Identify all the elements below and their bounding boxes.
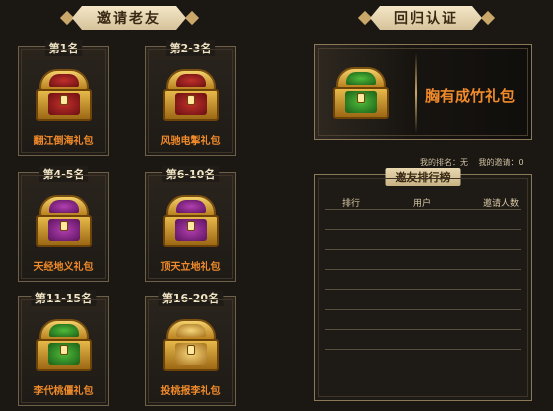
leaderboard-row-divider	[325, 289, 521, 290]
reward-card[interactable]: 第16-20名投桃报李礼包	[145, 290, 236, 406]
leaderboard-header: 排行 用户 邀请人数	[325, 196, 521, 209]
return-section-title: 回归认证	[370, 6, 482, 30]
reward-rank-label: 第1名	[44, 40, 83, 56]
column-user: 用户	[412, 199, 431, 209]
return-gift-name: 胸有成竹礼包	[425, 87, 516, 105]
reward-gift-name: 翻江倒海礼包	[33, 136, 94, 147]
invite-leaderboard: 邀友排行榜 排行 用户 邀请人数	[314, 168, 532, 401]
reward-card[interactable]: 第11-15名李代桃僵礼包	[18, 290, 109, 406]
leaderboard-row-divider	[325, 349, 521, 350]
leaderboard-row-divider	[325, 269, 521, 270]
reward-card[interactable]: 第6-10名顶天立地礼包	[145, 166, 236, 282]
reward-card[interactable]: 第4-5名天经地义礼包	[18, 166, 109, 282]
divider	[415, 53, 417, 133]
leaderboard-row-divider	[325, 329, 521, 330]
banner-ornament-icon	[357, 10, 373, 26]
column-rank: 排行	[341, 199, 360, 209]
leaderboard-row-divider	[325, 209, 521, 210]
treasure-chest-icon	[163, 195, 219, 247]
invite-section-title: 邀请老友	[72, 6, 186, 30]
banner-ornament-icon	[184, 10, 200, 26]
reward-gift-name: 风驰电掣礼包	[160, 136, 221, 147]
reward-rank-label: 第2-3名	[165, 40, 216, 56]
treasure-chest-icon	[36, 69, 92, 121]
treasure-chest-icon	[163, 69, 219, 121]
reward-rank-label: 第4-5名	[38, 166, 89, 182]
column-invites: 邀请人数	[482, 199, 519, 209]
reward-card[interactable]: 第1名翻江倒海礼包	[18, 40, 109, 156]
leaderboard-row-divider	[325, 249, 521, 250]
leaderboard-row-divider	[325, 309, 521, 310]
reward-gift-name: 投桃报李礼包	[160, 386, 221, 397]
reward-rank-label: 第11-15名	[30, 290, 97, 306]
treasure-chest-icon	[36, 195, 92, 247]
reward-rank-label: 第16-20名	[157, 290, 224, 306]
leaderboard-title: 邀友排行榜	[385, 168, 461, 186]
my-rank-text: 我的排名：无	[420, 158, 468, 167]
treasure-chest-icon	[163, 319, 219, 371]
treasure-chest-icon	[36, 319, 92, 371]
leaderboard-row-divider	[325, 229, 521, 230]
reward-gift-name: 天经地义礼包	[33, 262, 94, 273]
banner-ornament-icon	[480, 10, 496, 26]
reward-gift-name: 李代桃僵礼包	[33, 386, 94, 397]
banner-ornament-icon	[59, 10, 75, 26]
reward-card[interactable]: 第2-3名风驰电掣礼包	[145, 40, 236, 156]
reward-gift-name: 顶天立地礼包	[160, 262, 221, 273]
treasure-chest-icon	[333, 67, 389, 119]
my-invites-text: 我的邀请：0	[478, 158, 524, 167]
invite-stats: 我的排名：无 我的邀请：0	[420, 157, 532, 168]
return-reward-panel[interactable]: 胸有成竹礼包	[314, 44, 532, 140]
reward-rank-label: 第6-10名	[161, 166, 220, 182]
